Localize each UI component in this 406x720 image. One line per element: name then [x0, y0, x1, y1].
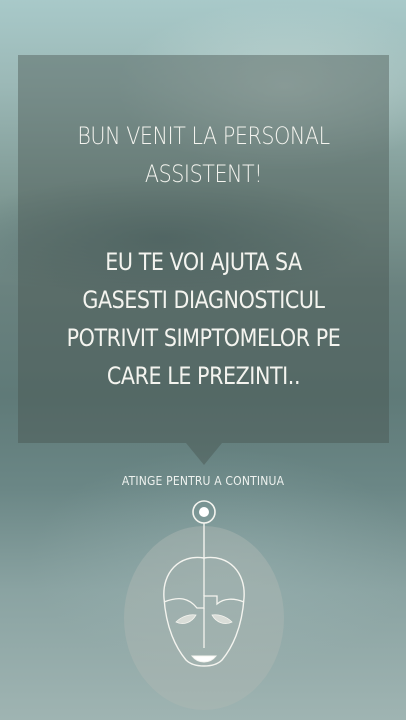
speech-bubble-tail — [186, 443, 222, 465]
intro-text: EU TE VOI AJUTA SA GASESTI DIAGNOSTICUL … — [66, 248, 341, 390]
tap-to-continue-label: ATINGE PENTRU A CONTINUA — [121, 474, 285, 488]
continue-avatar-button[interactable] — [124, 498, 284, 710]
speech-bubble: BUN VENIT LA PERSONAL ASSISTENT! EU TE V… — [18, 55, 389, 443]
welcome-title: BUN VENIT LA PERSONAL ASSISTENT! — [77, 122, 330, 188]
robot-face-icon — [163, 500, 245, 667]
